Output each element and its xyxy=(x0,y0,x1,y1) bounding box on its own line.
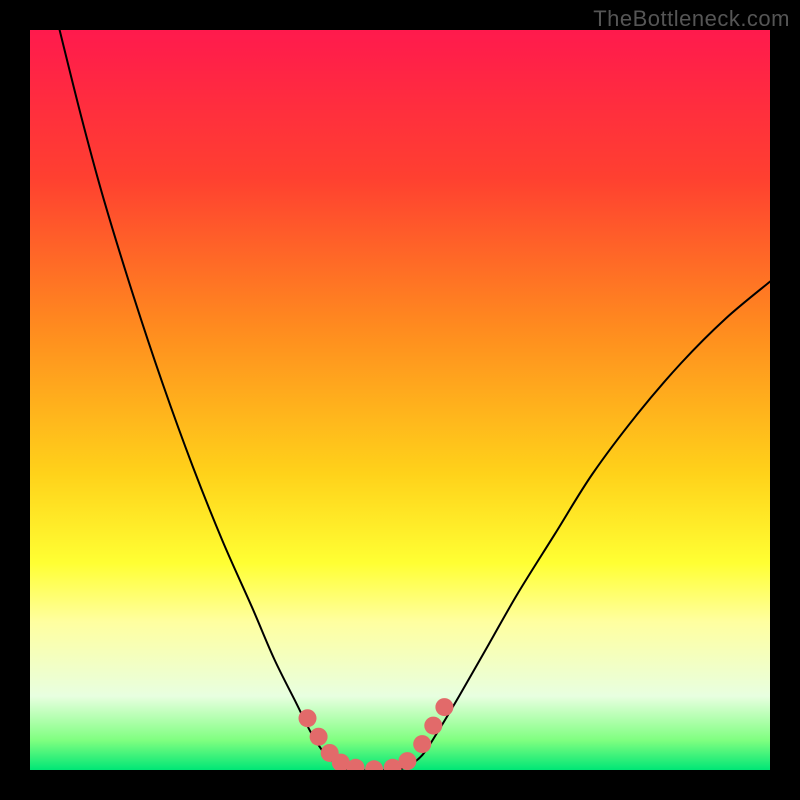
curve-marker xyxy=(424,717,442,735)
bottleneck-chart-svg xyxy=(30,30,770,770)
curve-marker xyxy=(413,735,431,753)
curve-marker xyxy=(310,728,328,746)
curve-marker xyxy=(398,752,416,770)
chart-container: TheBottleneck.com xyxy=(0,0,800,800)
curve-marker xyxy=(435,698,453,716)
gradient-background xyxy=(30,30,770,770)
plot-area xyxy=(30,30,770,770)
watermark-text: TheBottleneck.com xyxy=(593,6,790,32)
curve-marker xyxy=(299,709,317,727)
